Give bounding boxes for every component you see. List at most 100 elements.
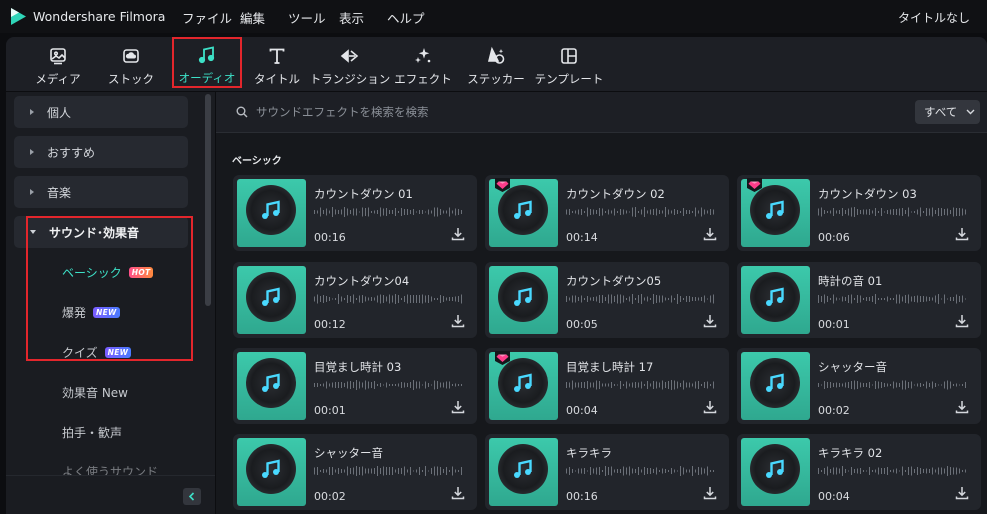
chevron-right-icon (30, 109, 34, 115)
sound-name: カウントダウン 01 (314, 187, 413, 201)
download-icon[interactable] (703, 314, 717, 328)
subcategory-explosion[interactable]: 爆発 NEW (62, 304, 120, 321)
waveform (566, 380, 714, 390)
filmora-logo-icon (11, 8, 26, 25)
menu-edit[interactable]: 編集 (240, 8, 265, 27)
category-recommended[interactable]: おすすめ (14, 136, 188, 168)
sound-duration: 00:04 (566, 404, 598, 417)
download-icon[interactable] (451, 400, 465, 414)
sound-name: キラキラ (566, 446, 612, 460)
subcategory-applause[interactable]: 拍手・歓声 (62, 424, 122, 441)
music-note-icon (766, 287, 784, 306)
download-icon[interactable] (451, 314, 465, 328)
transition-icon (340, 49, 359, 63)
sound-card[interactable]: 目覚まし時計 03 00:01 (233, 348, 477, 424)
menu-help[interactable]: ヘルプ (387, 8, 425, 27)
premium-gem-icon (495, 351, 510, 365)
subcategory-basic[interactable]: ベーシック HOT (62, 264, 154, 281)
tab-effects[interactable]: エフェクト (388, 40, 458, 88)
music-note-icon (262, 373, 280, 392)
media-icon (50, 48, 66, 65)
sound-thumbnail (741, 438, 810, 506)
waveform (818, 294, 966, 304)
search-bar: すべて (216, 92, 987, 133)
sound-card[interactable]: キラキラ 00:16 (485, 434, 729, 510)
chevron-right-icon (30, 149, 34, 155)
asset-toolbar: メディア ストック オーディオ タイトル トランジション エフェクト ステッカー… (6, 37, 987, 91)
subcategory-quiz[interactable]: クイズ NEW (62, 344, 132, 361)
sound-card[interactable]: カウントダウン 02 00:14 (485, 175, 729, 251)
sidebar-scrollbar[interactable] (205, 94, 211, 306)
sound-card[interactable]: カウントダウン 03 00:06 (737, 175, 981, 251)
sound-card[interactable]: 時計の音 01 00:01 (737, 262, 981, 338)
sound-library: すべて ベーシック カウントダウン 01 00:16 カウントダウン 02 00:14… (216, 92, 987, 514)
waveform (566, 294, 714, 304)
category-personal[interactable]: 個人 (14, 96, 188, 128)
sticker-icon (487, 46, 505, 64)
download-icon[interactable] (703, 486, 717, 500)
search-icon (236, 106, 248, 118)
download-icon[interactable] (451, 486, 465, 500)
sound-card[interactable]: キラキラ 02 00:04 (737, 434, 981, 510)
sound-thumbnail (237, 266, 306, 334)
waveform (314, 380, 462, 390)
download-icon[interactable] (703, 227, 717, 241)
download-icon[interactable] (955, 227, 969, 241)
sound-name: シャッター音 (818, 360, 887, 374)
music-note-icon (766, 200, 784, 219)
effects-sparkle-icon (415, 48, 431, 63)
sound-card[interactable]: カウントダウン05 00:05 (485, 262, 729, 338)
tab-audio[interactable]: オーディオ (172, 37, 242, 88)
sound-duration: 00:12 (314, 318, 346, 331)
music-note-icon (514, 459, 532, 478)
sound-card[interactable]: シャッター音 00:02 (737, 348, 981, 424)
sound-card[interactable]: 目覚まし時計 17 00:04 (485, 348, 729, 424)
section-title: ベーシック (232, 156, 282, 167)
sound-card[interactable]: カウントダウン04 00:12 (233, 262, 477, 338)
sound-duration: 00:16 (314, 231, 346, 244)
sound-duration: 00:01 (314, 404, 346, 417)
music-note-icon (766, 373, 784, 392)
tab-media[interactable]: メディア (23, 40, 93, 88)
sound-name: 目覚まし時計 03 (314, 360, 402, 374)
tab-stock[interactable]: ストック (96, 40, 166, 88)
download-icon[interactable] (451, 227, 465, 241)
sound-card[interactable]: カウントダウン 01 00:16 (233, 175, 477, 251)
template-icon (561, 48, 577, 64)
tab-sticker[interactable]: ステッカー (461, 40, 531, 88)
sound-thumbnail (237, 438, 306, 506)
music-note-icon (262, 200, 280, 219)
sound-duration: 00:14 (566, 231, 598, 244)
download-icon[interactable] (955, 314, 969, 328)
menu-file[interactable]: ファイル (182, 8, 232, 27)
sound-duration: 00:06 (818, 231, 850, 244)
waveform (818, 380, 966, 390)
subcategory-effects-new[interactable]: 効果音 New (62, 384, 128, 401)
search-input[interactable] (256, 101, 856, 123)
category-sound-effects[interactable]: サウンド･効果音 (14, 216, 188, 248)
sound-duration: 00:16 (566, 490, 598, 503)
waveform (818, 207, 966, 217)
download-icon[interactable] (955, 400, 969, 414)
sound-thumbnail (489, 266, 558, 334)
sound-duration: 00:02 (818, 404, 850, 417)
premium-gem-icon (747, 178, 762, 192)
sound-card[interactable]: シャッター音 00:02 (233, 434, 477, 510)
menu-view[interactable]: 表示 (339, 8, 364, 27)
tab-template[interactable]: テンプレート (534, 40, 604, 88)
music-note-icon (262, 459, 280, 478)
category-music[interactable]: 音楽 (14, 176, 188, 208)
sound-name: シャッター音 (314, 446, 383, 460)
tab-transition[interactable]: トランジション (310, 40, 390, 88)
tab-title[interactable]: タイトル (242, 40, 312, 88)
sound-name: 目覚まし時計 17 (566, 360, 654, 374)
collapse-sidebar-button[interactable] (183, 488, 201, 505)
category-sidebar: 個人 おすすめ 音楽 サウンド･効果音 ベーシック HOT 爆発 NEW クイズ… (6, 92, 215, 514)
sidebar-footer (6, 475, 215, 514)
sound-thumbnail (237, 179, 306, 247)
hot-badge: HOT (128, 267, 154, 278)
filter-dropdown[interactable]: すべて (915, 100, 980, 124)
download-icon[interactable] (955, 486, 969, 500)
menu-tools[interactable]: ツール (288, 8, 326, 27)
download-icon[interactable] (703, 400, 717, 414)
